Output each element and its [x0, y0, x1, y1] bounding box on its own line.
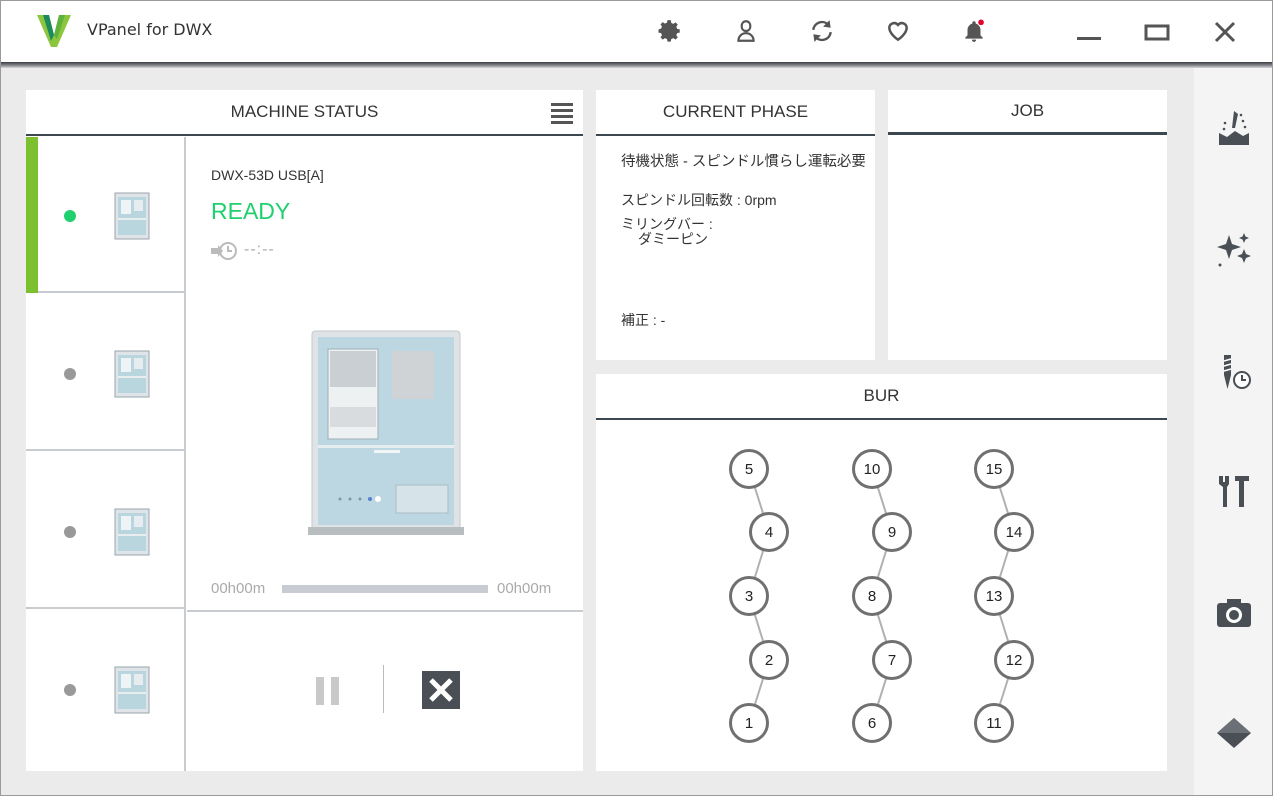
user-icon[interactable] — [732, 17, 760, 45]
machine-item-1[interactable] — [26, 137, 184, 293]
bur-slot-12[interactable]: 12 — [994, 640, 1034, 680]
job-header: JOB — [888, 90, 1167, 135]
machine-status-panel: MACHINE STATUS DWX-53D USB[A] READY --:-… — [26, 90, 583, 771]
machine-thumbnail-icon — [114, 666, 150, 714]
current-phase-panel: CURRENT PHASE 待機状態 - スピンドル慣らし運転必要 スピンドル回… — [596, 90, 875, 360]
status-dot — [64, 526, 76, 538]
tools-icon[interactable] — [1214, 471, 1254, 511]
machine-thumbnail-icon — [114, 192, 150, 240]
bur-slot-11[interactable]: 11 — [974, 703, 1014, 743]
app-title: VPanel for DWX — [87, 20, 213, 39]
machine-name: DWX-53D USB[A] — [211, 167, 324, 183]
bur-slot-14[interactable]: 14 — [994, 512, 1034, 552]
machine-status-header: MACHINE STATUS — [26, 90, 583, 136]
bell-icon[interactable] — [960, 17, 988, 45]
machine-item-4[interactable] — [26, 611, 184, 767]
bur-slot-5[interactable]: 5 — [729, 449, 769, 489]
machine-status-title: MACHINE STATUS — [230, 102, 379, 121]
bur-slot-10[interactable]: 10 — [852, 449, 892, 489]
title-bar: VPanel for DWX — [1, 1, 1272, 62]
machine-list — [26, 137, 186, 771]
bur-slot-2[interactable]: 2 — [749, 640, 789, 680]
minimize-button[interactable] — [1074, 17, 1104, 47]
pause-button[interactable] — [316, 677, 340, 705]
bur-slot-9[interactable]: 9 — [872, 512, 912, 552]
maximize-button[interactable] — [1142, 17, 1172, 47]
machine-thumbnail-icon — [114, 508, 150, 556]
bur-slot-4[interactable]: 4 — [749, 512, 789, 552]
close-button[interactable] — [1210, 17, 1240, 47]
job-panel: JOB — [888, 90, 1167, 360]
status-dot — [64, 210, 76, 222]
heart-icon[interactable] — [884, 17, 912, 45]
title-bar-divider — [1, 62, 1272, 68]
bur-slot-6[interactable]: 6 — [852, 703, 892, 743]
status-dot — [64, 684, 76, 696]
spindle-speed: スピンドル回転数 : 0rpm — [621, 192, 777, 208]
correction: 補正 : - — [621, 312, 666, 328]
machine-item-3[interactable] — [26, 453, 184, 609]
milling-icon[interactable] — [1214, 108, 1254, 148]
machine-image — [308, 330, 464, 535]
controls-separator — [383, 665, 384, 713]
vpanel-logo — [37, 15, 71, 47]
status-dot — [64, 368, 76, 380]
phase-state: 待機状態 - スピンドル慣らし運転必要 — [621, 154, 866, 170]
machine-thumbnail-icon — [114, 350, 150, 398]
machine-state: READY — [211, 198, 291, 224]
bur-slot-3[interactable]: 3 — [729, 576, 769, 616]
job-title: JOB — [1010, 101, 1045, 120]
camera-icon[interactable] — [1214, 593, 1254, 633]
close-icon — [429, 678, 453, 702]
remaining-time: 00h00m — [497, 580, 552, 597]
bur-slot-15[interactable]: 15 — [974, 449, 1014, 489]
gear-icon[interactable] — [656, 17, 684, 45]
machine-item-2[interactable] — [26, 295, 184, 451]
bur-slot-7[interactable]: 7 — [872, 640, 912, 680]
current-phase-header: CURRENT PHASE — [596, 90, 875, 136]
bur-slot-1[interactable]: 1 — [729, 703, 769, 743]
milling-bur-value: ダミーピン — [638, 231, 708, 247]
menu-icon[interactable] — [551, 103, 573, 124]
stop-button[interactable] — [422, 671, 460, 709]
elapsed-time: 00h00m — [211, 580, 266, 597]
clock-arrow-icon — [211, 242, 237, 260]
estimated-time: --:-- — [244, 241, 275, 258]
sparkle-icon[interactable] — [1214, 230, 1254, 270]
controls-divider — [187, 610, 583, 612]
diamond-icon[interactable] — [1214, 713, 1254, 753]
right-sidebar — [1194, 68, 1272, 795]
active-indicator — [26, 137, 38, 293]
job-progress-bar — [282, 585, 488, 593]
bur-panel: BUR 5 4 3 2 1 10 9 8 7 6 15 14 13 12 11 — [596, 374, 1167, 771]
current-phase-title: CURRENT PHASE — [662, 102, 809, 121]
refresh-icon[interactable] — [808, 17, 836, 45]
bur-slot-13[interactable]: 13 — [974, 576, 1014, 616]
bur-slot-8[interactable]: 8 — [852, 576, 892, 616]
bur-time-icon[interactable] — [1214, 352, 1254, 392]
app-window: VPanel for DWX MACHINE STATUS DWX-53D US… — [0, 0, 1273, 796]
